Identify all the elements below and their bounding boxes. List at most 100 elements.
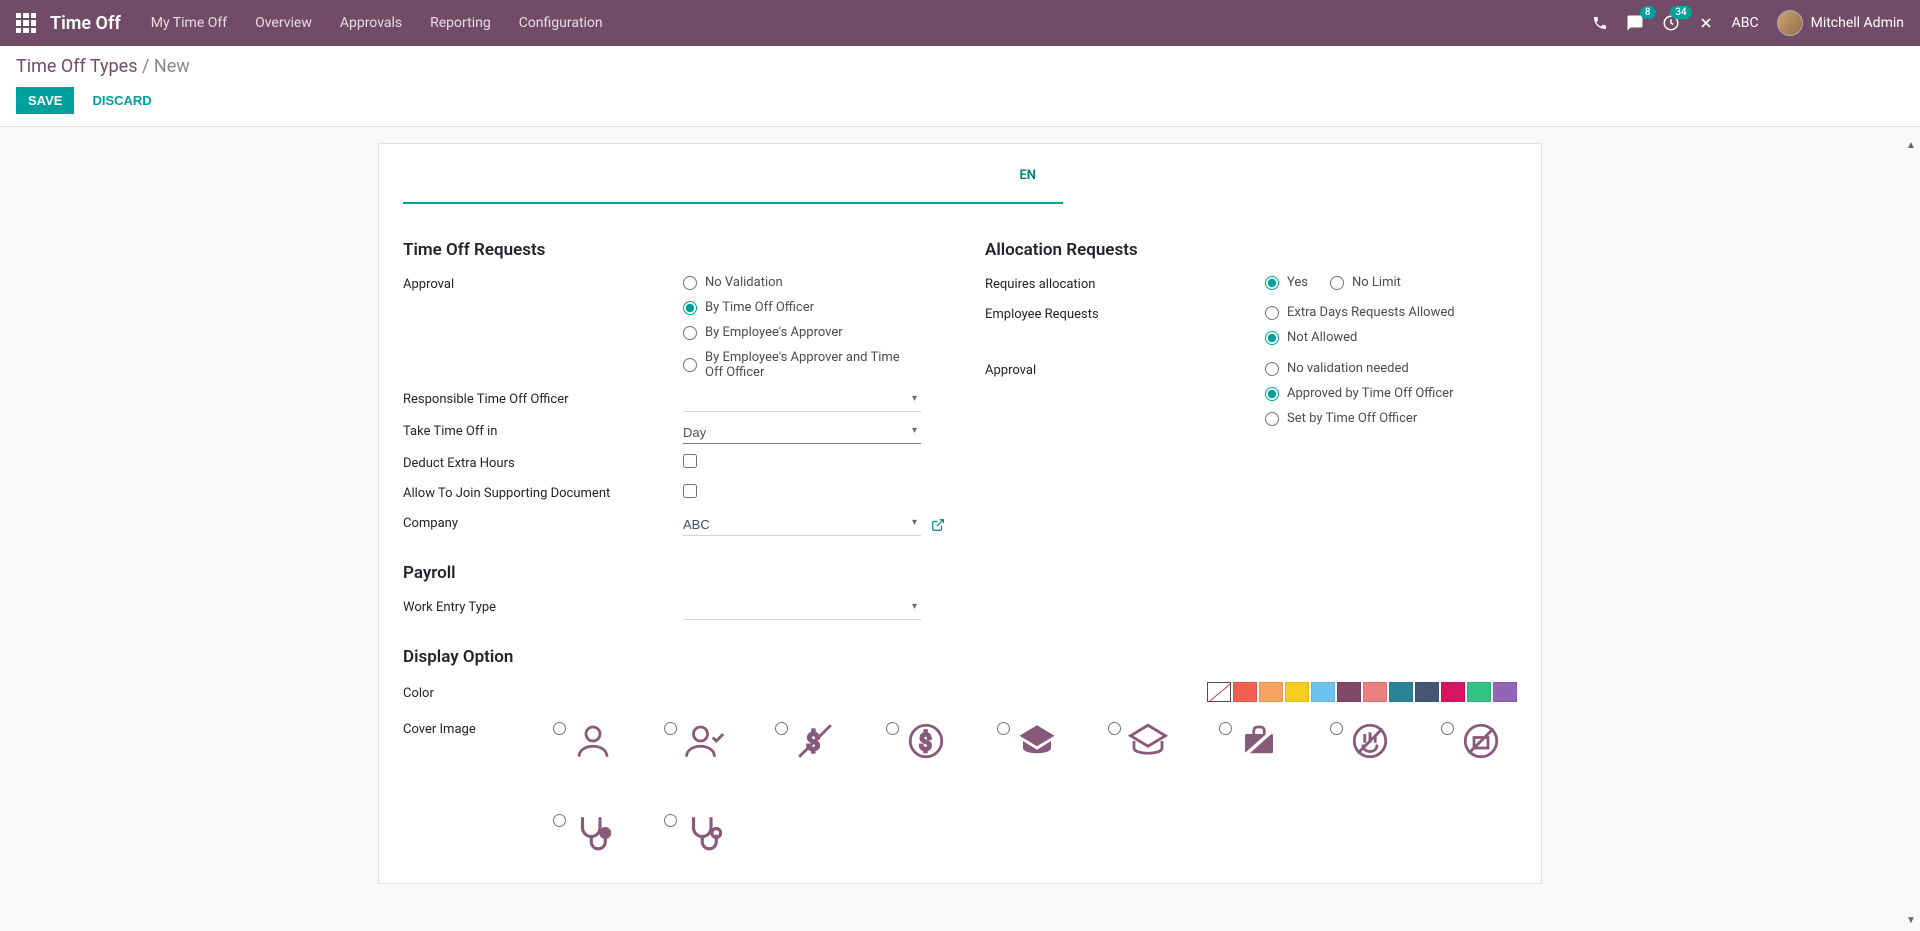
cover-opt-2[interactable] xyxy=(664,720,725,762)
stethoscope-outline-icon xyxy=(683,812,725,854)
radio-label: By Time Off Officer xyxy=(705,300,814,315)
messages-icon[interactable]: 8 xyxy=(1626,14,1644,32)
color-swatch-11[interactable] xyxy=(1493,682,1517,702)
person-icon xyxy=(572,720,614,762)
radio-label: No Validation xyxy=(705,275,783,290)
label-requires-alloc: Requires allocation xyxy=(985,275,1265,292)
color-swatch-6[interactable] xyxy=(1363,682,1387,702)
cover-opt-6[interactable] xyxy=(1108,720,1169,762)
cover-opt-5[interactable] xyxy=(997,720,1058,762)
user-menu[interactable]: Mitchell Admin xyxy=(1777,10,1904,36)
form-sheet: EN Time Off Requests Approval No Validat… xyxy=(378,143,1542,884)
control-panel: Time Off Types / New SAVE DISCARD xyxy=(0,46,1920,127)
avatar xyxy=(1777,10,1803,36)
radio-by-approver[interactable]: By Employee's Approver xyxy=(683,325,945,340)
radio-no-val-needed[interactable]: No validation needed xyxy=(1265,361,1517,376)
label-approval: Approval xyxy=(403,275,683,292)
section-time-off-requests: Time Off Requests xyxy=(403,240,945,260)
color-swatch-5[interactable] xyxy=(1337,682,1361,702)
company-select[interactable] xyxy=(683,514,921,536)
nav-my-time-off[interactable]: My Time Off xyxy=(151,15,227,31)
breadcrumb-parent[interactable]: Time Off Types xyxy=(16,56,138,77)
color-swatch-none[interactable] xyxy=(1207,682,1231,702)
work-entry-select[interactable] xyxy=(683,598,921,620)
radio-label: By Employee's Approver and Time Off Offi… xyxy=(705,350,915,380)
radio-label: Approved by Time Off Officer xyxy=(1287,386,1453,401)
radio-no-validation[interactable]: No Validation xyxy=(683,275,945,290)
topbar: Time Off My Time Off Overview Approvals … xyxy=(0,0,1920,46)
stethoscope-filled-icon xyxy=(572,812,614,854)
apps-menu-icon[interactable] xyxy=(16,13,36,33)
radio-alloc-yes[interactable]: Yes xyxy=(1265,275,1308,290)
svg-text:$: $ xyxy=(919,729,932,756)
radio-label: Not Allowed xyxy=(1287,330,1357,345)
section-allocation-requests: Allocation Requests xyxy=(985,240,1517,260)
allow-doc-checkbox[interactable] xyxy=(683,484,945,498)
label-employee-req: Employee Requests xyxy=(985,305,1265,322)
no-briefcase-circle-icon xyxy=(1460,720,1502,762)
radio-label: No validation needed xyxy=(1287,361,1409,376)
label-take-in: Take Time Off in xyxy=(403,422,683,439)
take-time-off-select[interactable] xyxy=(683,422,921,444)
top-nav: My Time Off Overview Approvals Reporting… xyxy=(151,15,603,31)
cover-opt-9[interactable] xyxy=(1441,720,1502,762)
radio-label: Set by Time Off Officer xyxy=(1287,411,1417,426)
graduation-icon xyxy=(1016,720,1058,762)
name-input[interactable] xyxy=(403,168,1063,204)
app-title: Time Off xyxy=(50,13,121,34)
breadcrumb: Time Off Types / New xyxy=(16,56,1904,77)
close-icon[interactable] xyxy=(1698,15,1714,31)
activities-icon[interactable]: 34 xyxy=(1662,14,1680,32)
color-swatch-4[interactable] xyxy=(1311,682,1335,702)
color-swatch-2[interactable] xyxy=(1259,682,1283,702)
radio-by-officer[interactable]: By Time Off Officer xyxy=(683,300,945,315)
nav-approvals[interactable]: Approvals xyxy=(340,15,402,31)
cover-opt-3[interactable]: $ xyxy=(775,720,836,762)
cover-opt-4[interactable]: $ xyxy=(886,720,947,762)
graduation-outline-icon xyxy=(1127,720,1169,762)
cover-opt-11[interactable] xyxy=(664,812,725,854)
nav-configuration[interactable]: Configuration xyxy=(519,15,603,31)
radio-approved-officer[interactable]: Approved by Time Off Officer xyxy=(1265,386,1517,401)
label-responsible: Responsible Time Off Officer xyxy=(403,390,683,407)
lang-badge[interactable]: EN xyxy=(1019,168,1036,183)
color-swatch-1[interactable] xyxy=(1233,682,1257,702)
nav-overview[interactable]: Overview xyxy=(255,15,312,31)
cover-opt-8[interactable] xyxy=(1330,720,1391,762)
save-button[interactable]: SAVE xyxy=(16,87,74,114)
color-swatch-7[interactable] xyxy=(1389,682,1413,702)
nav-reporting[interactable]: Reporting xyxy=(430,15,491,31)
cover-opt-7[interactable] xyxy=(1219,720,1280,762)
cover-opt-10[interactable] xyxy=(553,812,614,854)
radio-not-allowed[interactable]: Not Allowed xyxy=(1265,330,1517,345)
briefcase-off-icon xyxy=(1238,720,1280,762)
scrollbar-down-icon[interactable]: ▼ xyxy=(1904,915,1918,929)
discard-button[interactable]: DISCARD xyxy=(80,87,163,114)
color-swatch-9[interactable] xyxy=(1441,682,1465,702)
company-switcher[interactable]: ABC xyxy=(1732,15,1759,31)
color-swatch-8[interactable] xyxy=(1415,682,1439,702)
radio-by-both[interactable]: By Employee's Approver and Time Off Offi… xyxy=(683,350,945,380)
color-swatch-3[interactable] xyxy=(1285,682,1309,702)
deduct-checkbox[interactable] xyxy=(683,454,945,468)
dollar-circle-icon: $ xyxy=(905,720,947,762)
radio-label: No Limit xyxy=(1352,275,1401,290)
radio-extra-allowed[interactable]: Extra Days Requests Allowed xyxy=(1265,305,1517,320)
label-color: Color xyxy=(403,684,683,701)
cover-opt-1[interactable] xyxy=(553,720,614,762)
form-scroll-area[interactable]: EN Time Off Requests Approval No Validat… xyxy=(0,127,1920,922)
label-work-entry: Work Entry Type xyxy=(403,598,683,615)
external-link-icon[interactable] xyxy=(931,518,945,532)
section-display: Display Option xyxy=(403,647,945,667)
radio-label: Extra Days Requests Allowed xyxy=(1287,305,1455,320)
color-swatch-10[interactable] xyxy=(1467,682,1491,702)
scrollbar-up-icon[interactable]: ▲ xyxy=(1904,140,1918,154)
color-swatch-group xyxy=(1207,682,1517,702)
phone-icon[interactable] xyxy=(1592,15,1608,31)
responsible-select[interactable] xyxy=(683,390,921,412)
radio-alloc-nolimit[interactable]: No Limit xyxy=(1330,275,1401,290)
radio-set-officer[interactable]: Set by Time Off Officer xyxy=(1265,411,1517,426)
breadcrumb-current: New xyxy=(154,56,190,77)
messages-badge: 8 xyxy=(1640,6,1656,19)
radio-label: By Employee's Approver xyxy=(705,325,843,340)
